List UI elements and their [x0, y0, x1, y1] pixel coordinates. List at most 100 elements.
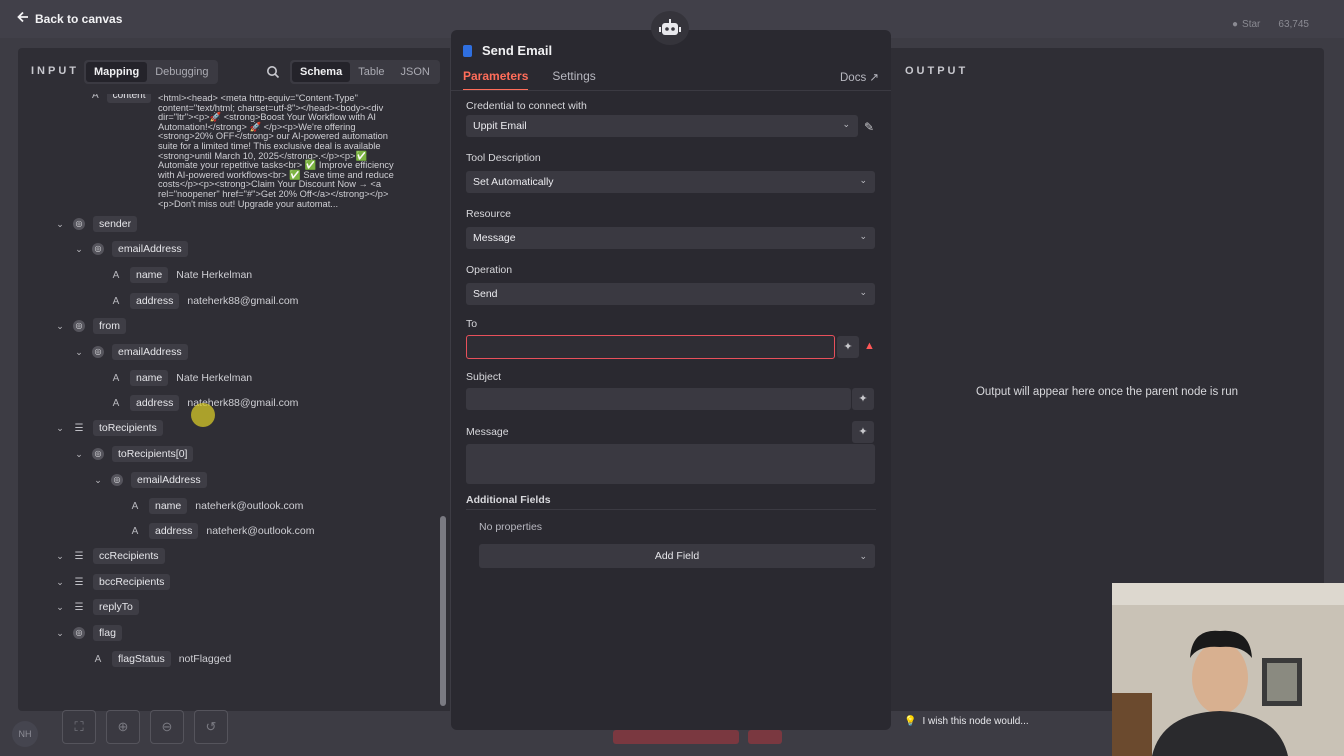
avatar[interactable]: NH	[12, 721, 38, 747]
tree-node-sender[interactable]: ⌄ ◎ sender	[55, 216, 138, 232]
tab-settings[interactable]: Settings	[552, 69, 595, 91]
input-scrollbar[interactable]	[438, 96, 448, 711]
string-icon: A	[112, 269, 120, 281]
tree-node-bccrecipients[interactable]: ⌄ ☰ bccRecipients	[55, 574, 171, 590]
input-title: INPUT	[31, 65, 79, 77]
github-star[interactable]: ● Star 63,745	[1232, 19, 1309, 30]
tree-leaf-from-name[interactable]: A name Nate Herkelman	[110, 370, 252, 386]
mapping-tab[interactable]: Mapping	[86, 62, 148, 82]
chevron-down-icon[interactable]: ⌄	[55, 577, 65, 587]
list-icon: ☰	[74, 576, 84, 588]
tree-node-flag[interactable]: ⌄ ◎ flag	[55, 625, 122, 641]
resource-select[interactable]: Message ⌄	[466, 227, 875, 249]
node-parameters-panel: Send Email Parameters Settings Docs ↗ Cr…	[451, 30, 891, 730]
delete-button[interactable]	[748, 730, 782, 744]
lightbulb-icon: 💡	[904, 716, 917, 727]
tree-node-torecipients-0[interactable]: ⌄ ◎ toRecipients[0]	[74, 446, 194, 462]
credential-select[interactable]: Uppit Email ⌄	[466, 115, 858, 137]
tree-leaf-to-address[interactable]: A address nateherk@outlook.com	[129, 523, 315, 539]
tree-node-from[interactable]: ⌄ ◎ from	[55, 318, 126, 334]
arrow-left-icon	[17, 11, 29, 26]
execute-workflow-button[interactable]	[613, 730, 739, 744]
chevron-down-icon[interactable]: ⌄	[93, 475, 103, 485]
zoom-out-icon[interactable]: ⊖	[150, 710, 184, 744]
chevron-down-icon[interactable]: ⌄	[55, 219, 65, 229]
ai-sparkle-icon[interactable]: ✦	[852, 421, 874, 443]
chevron-down-icon[interactable]: ⌄	[55, 321, 65, 331]
schema-tree: Acontent <html><head> <meta http-equiv="…	[18, 94, 438, 711]
string-icon: A	[112, 397, 120, 409]
canvas-controls: ⛶ ⊕ ⊖ ↺	[62, 710, 228, 744]
chevron-down-icon: ⌄	[842, 119, 850, 129]
output-title: OUTPUT	[905, 65, 969, 77]
tree-leaf-flagstatus[interactable]: A flagStatus notFlagged	[92, 651, 231, 667]
add-field-button[interactable]: Add Field ⌄	[479, 544, 875, 568]
node-title: Send Email	[463, 43, 552, 58]
resource-label: Resource	[466, 208, 511, 220]
message-textarea[interactable]	[466, 444, 875, 484]
tree-node-ccrecipients[interactable]: ⌄ ☰ ccRecipients	[55, 548, 165, 564]
output-placeholder: Output will appear here once the parent …	[975, 386, 1239, 398]
list-icon: ☰	[74, 601, 84, 613]
subject-input[interactable]	[466, 388, 851, 410]
object-icon: ◎	[73, 218, 85, 230]
tree-node-torecipients[interactable]: ⌄ ☰ toRecipients	[55, 420, 163, 436]
divider	[466, 509, 876, 510]
chevron-down-icon: ⌄	[859, 551, 867, 561]
tree-node-from-email[interactable]: ⌄ ◎ emailAddress	[74, 344, 188, 360]
string-icon: A	[131, 525, 139, 537]
external-link-icon: ↗	[869, 72, 880, 84]
chevron-down-icon[interactable]: ⌄	[55, 602, 65, 612]
tree-leaf-to-name[interactable]: A name nateherk@outlook.com	[129, 498, 303, 514]
chevron-down-icon: ⌄	[859, 287, 867, 297]
string-icon: A	[112, 295, 120, 307]
chevron-down-icon[interactable]: ⌄	[74, 449, 84, 459]
tree-node-replyto[interactable]: ⌄ ☰ replyTo	[55, 599, 139, 615]
chevron-down-icon[interactable]: ⌄	[74, 347, 84, 357]
chevron-down-icon[interactable]: ⌄	[74, 244, 84, 254]
search-icon[interactable]	[266, 65, 280, 79]
fit-view-icon[interactable]: ⛶	[62, 710, 96, 744]
input-mode-toggle: Mapping Debugging	[84, 60, 219, 84]
edit-icon[interactable]: ✎	[864, 120, 874, 134]
input-header: INPUT Mapping Debugging Schema Table JSO…	[18, 48, 450, 94]
additional-fields-label: Additional Fields	[466, 494, 551, 506]
feedback-link[interactable]: 💡 I wish this node would...	[904, 716, 1029, 727]
debugging-tab[interactable]: Debugging	[147, 62, 216, 82]
message-label: Message	[466, 426, 509, 438]
chevron-down-icon[interactable]: ⌄	[55, 551, 65, 561]
ai-sparkle-icon[interactable]: ✦	[852, 388, 874, 410]
ai-sparkle-icon[interactable]: ✦	[837, 336, 859, 358]
tab-parameters[interactable]: Parameters	[463, 69, 529, 91]
no-properties-text: No properties	[479, 521, 543, 533]
schema-tab[interactable]: Schema	[292, 62, 351, 82]
docs-link[interactable]: Docs ↗	[840, 70, 879, 84]
object-icon: ◎	[92, 346, 104, 358]
table-tab[interactable]: Table	[350, 62, 392, 82]
tool-description-select[interactable]: Set Automatically ⌄	[466, 171, 875, 193]
back-to-canvas-button[interactable]: Back to canvas	[17, 11, 122, 26]
object-icon: ◎	[111, 474, 123, 486]
object-icon: ◎	[73, 627, 85, 639]
list-icon: ☰	[74, 550, 84, 562]
to-input[interactable]	[466, 335, 835, 359]
tree-leaf-sender-name[interactable]: A name Nate Herkelman	[110, 267, 252, 283]
input-panel: INPUT Mapping Debugging Schema Table JSO…	[18, 48, 450, 711]
json-tab[interactable]: JSON	[393, 62, 438, 82]
chevron-down-icon[interactable]: ⌄	[55, 423, 65, 433]
node-tabs: Parameters Settings	[463, 69, 596, 91]
tree-node-sender-email[interactable]: ⌄ ◎ emailAddress	[74, 241, 188, 257]
to-label: To	[466, 318, 478, 330]
operation-select[interactable]: Send ⌄	[466, 283, 875, 305]
string-icon: A	[94, 653, 102, 665]
robot-icon	[651, 11, 689, 45]
scrollbar-thumb[interactable]	[440, 516, 446, 706]
undo-icon[interactable]: ↺	[194, 710, 228, 744]
webcam-overlay	[1112, 583, 1344, 756]
credential-label: Credential to connect with	[466, 100, 587, 112]
tabs-divider	[451, 90, 891, 91]
tree-node-to-email[interactable]: ⌄ ◎ emailAddress	[93, 472, 207, 488]
zoom-in-icon[interactable]: ⊕	[106, 710, 140, 744]
tree-leaf-sender-address[interactable]: A address nateherk88@gmail.com	[110, 293, 298, 309]
chevron-down-icon[interactable]: ⌄	[55, 628, 65, 638]
